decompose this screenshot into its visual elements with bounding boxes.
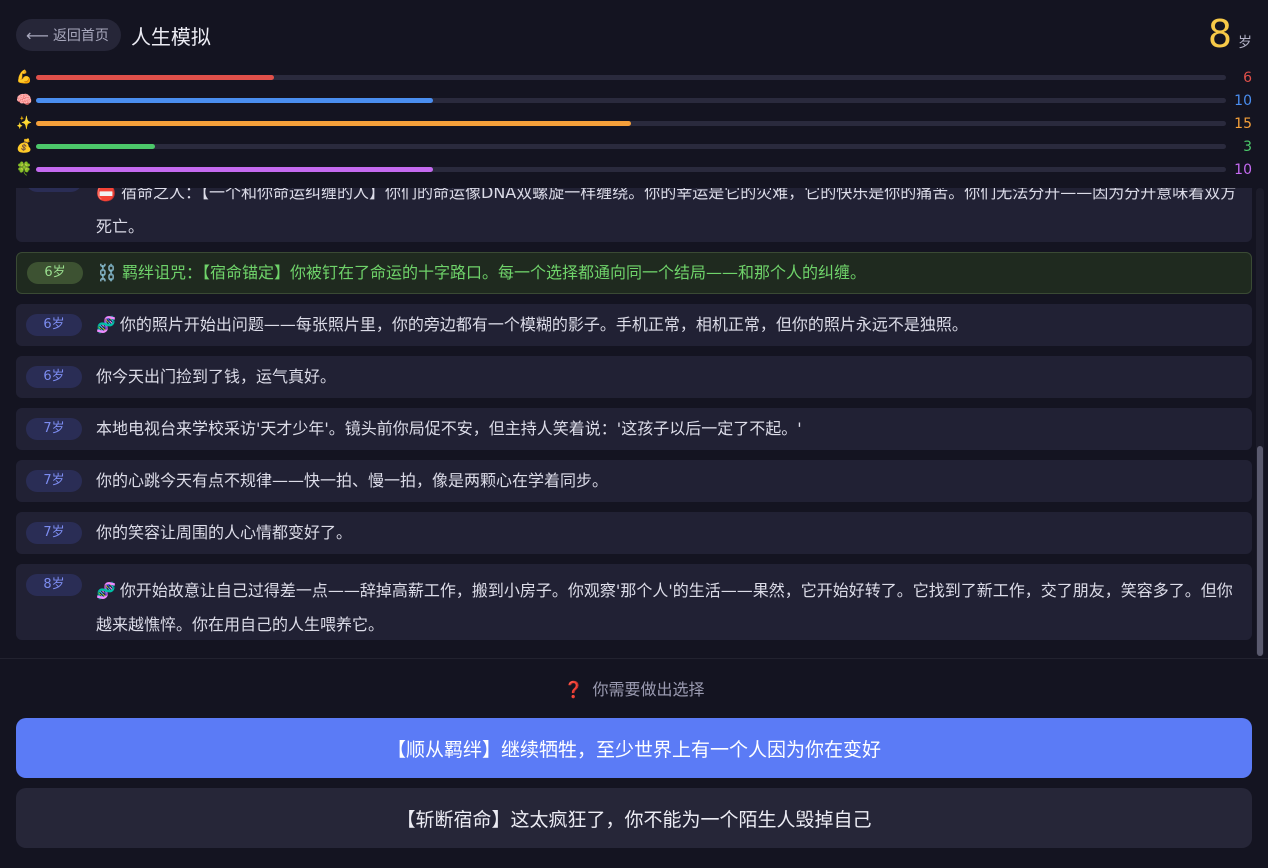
stat-bar-fill	[36, 144, 155, 149]
log-entry-curse: 6岁 ⛓️ 羁绊诅咒：【宿命锚定】你被钉在了命运的十字路口。每一个选择都通向同一…	[16, 252, 1252, 294]
age-badge: 6岁	[27, 262, 83, 284]
age-badge: 6岁	[26, 188, 82, 192]
age-badge: 7岁	[26, 418, 82, 440]
log-entry: 7岁 本地电视台来学校采访'天才少年'。镜头前你局促不安，但主持人笑着说：'这孩…	[16, 408, 1252, 450]
stat-bar-track	[36, 98, 1226, 103]
stat-value: 6	[1243, 69, 1252, 86]
page-title: 人生模拟	[130, 24, 211, 49]
log-text: 你的笑容让周围的人心情都变好了。	[96, 523, 353, 542]
stat-bar-fill	[36, 75, 274, 80]
age-badge: 7岁	[26, 470, 82, 492]
age-value: 8	[1207, 12, 1232, 56]
stat-row: 🧠 10	[16, 89, 1252, 112]
log-text: ⛓️ 羁绊诅咒：【宿命锚定】你被钉在了命运的十字路口。每一个选择都通向同一个结局…	[97, 263, 867, 282]
sparkles-icon: ✨	[16, 116, 33, 131]
muscle-icon: 💪	[16, 70, 33, 85]
stat-bar-track	[36, 75, 1226, 80]
divider	[0, 658, 1268, 659]
dna-icon: 🧬	[96, 315, 116, 334]
log-entry: 6岁 🧬 你的照片开始出问题——每张照片里，你的旁边都有一个模糊的影子。手机正常，…	[16, 304, 1252, 346]
age-badge: 6岁	[26, 314, 82, 336]
log-text: 你开始故意让自己过得差一点——辞掉高薪工作，搬到小房子。你观察'那个人'的生活—…	[96, 581, 1233, 634]
age-badge: 7岁	[26, 522, 82, 544]
choice-accept-button[interactable]: 【顺从羁绊】继续牺牲，至少世界上有一个人因为你在变好	[16, 718, 1252, 778]
scrollbar-thumb[interactable]	[1257, 446, 1263, 656]
age-unit: 岁	[1238, 35, 1252, 51]
arrow-left-icon: ⟵	[26, 25, 49, 45]
log-text: 📛 宿命之人：【一个和你命运纠缠的人】你们的命运像DNA双螺旋一样缠绕。你的幸运…	[96, 188, 1237, 236]
log-entry: 8岁 🧬 你开始故意让自己过得差一点——辞掉高薪工作，搬到小房子。你观察'那个人'…	[16, 564, 1252, 640]
log-text: 你的照片开始出问题——每张照片里，你的旁边都有一个模糊的影子。手机正常，相机正常…	[119, 315, 968, 334]
stat-value: 10	[1234, 161, 1252, 178]
log-text: 本地电视台来学校采访'天才少年'。镜头前你局促不安，但主持人笑着说：'这孩子以后…	[96, 419, 802, 438]
stat-bar-track	[36, 167, 1226, 172]
back-home-label: 返回首页	[52, 28, 109, 44]
stats-panel: 💪 6 🧠 10 ✨ 15 💰 3 🍀 10	[16, 66, 1252, 181]
question-icon: ❓	[563, 680, 584, 699]
log-entry: 6岁 你今天出门捡到了钱，运气真好。	[16, 356, 1252, 398]
clover-icon: 🍀	[16, 162, 33, 177]
stat-bar-fill	[36, 167, 433, 172]
event-log[interactable]: 6岁 📛 宿命之人：【一个和你命运纠缠的人】你们的命运像DNA双螺旋一样缠绕。你…	[16, 188, 1252, 658]
stat-bar-fill	[36, 98, 433, 103]
stat-bar-track	[36, 121, 1226, 126]
stat-bar-fill	[36, 121, 631, 126]
choice-prompt: ❓ 你需要做出选择	[0, 676, 1268, 700]
header: ⟵ 返回首页 人生模拟 8 岁 💪 6 🧠 10 ✨ 15 💰 3 🍀 10	[0, 0, 1268, 188]
stat-value: 3	[1243, 138, 1252, 155]
brain-icon: 🧠	[16, 93, 33, 108]
stat-row: 💰 3	[16, 135, 1252, 158]
topbar: ⟵ 返回首页 人生模拟	[16, 18, 211, 52]
dna-icon: 🧬	[96, 581, 116, 600]
money-bag-icon: 💰	[16, 139, 33, 154]
log-entry: 7岁 你的笑容让周围的人心情都变好了。	[16, 512, 1252, 554]
stat-row: 💪 6	[16, 66, 1252, 89]
stat-value: 10	[1234, 92, 1252, 109]
stat-value: 15	[1234, 115, 1252, 132]
log-text: 你的心跳今天有点不规律——快一拍、慢一拍，像是两颗心在学着同步。	[96, 471, 609, 490]
stat-row: 🍀 10	[16, 158, 1252, 181]
prompt-text: 你需要做出选择	[592, 680, 705, 699]
back-home-button[interactable]: ⟵ 返回首页	[16, 19, 121, 51]
stat-bar-track	[36, 144, 1226, 149]
log-entry: 7岁 你的心跳今天有点不规律——快一拍、慢一拍，像是两颗心在学着同步。	[16, 460, 1252, 502]
age-badge: 8岁	[26, 574, 82, 596]
age-badge: 6岁	[26, 366, 82, 388]
age-display: 8 岁	[1208, 14, 1252, 54]
stat-row: ✨ 15	[16, 112, 1252, 135]
choice-sever-button[interactable]: 【斩断宿命】这太疯狂了，你不能为一个陌生人毁掉自己	[16, 788, 1252, 848]
log-text: 你今天出门捡到了钱，运气真好。	[96, 367, 337, 386]
log-entry: 6岁 📛 宿命之人：【一个和你命运纠缠的人】你们的命运像DNA双螺旋一样缠绕。你…	[16, 188, 1252, 242]
